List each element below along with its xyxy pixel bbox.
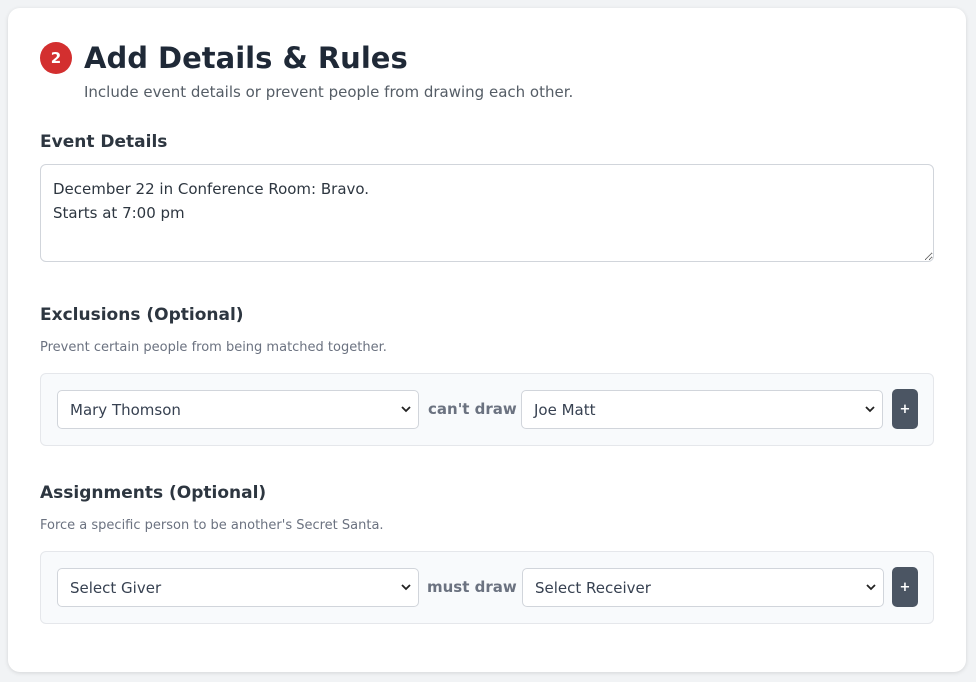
chevron-down-icon [865, 406, 875, 413]
exclusion-rule-row: Mary Thomson can't draw Joe Matt + [40, 373, 934, 446]
exclusion-giver-select[interactable]: Mary Thomson [57, 390, 419, 429]
page-subtitle: Include event details or prevent people … [84, 83, 574, 101]
exclusions-description: Prevent certain people from being matche… [40, 340, 387, 355]
add-assignment-button[interactable]: + [892, 567, 918, 607]
exclusion-receiver-value: Joe Matt [534, 400, 596, 419]
add-exclusion-button[interactable]: + [892, 389, 918, 429]
exclusions-label: Exclusions (Optional) [40, 305, 244, 325]
event-details-label: Event Details [40, 132, 168, 152]
step-number-badge: 2 [40, 42, 72, 74]
event-details-textarea[interactable]: December 22 in Conference Room: Bravo. S… [40, 164, 934, 262]
page-title: Add Details & Rules [84, 40, 408, 75]
chevron-down-icon [866, 584, 876, 591]
chevron-down-icon [401, 406, 411, 413]
exclusion-receiver-select[interactable]: Joe Matt [521, 390, 883, 429]
details-rules-card: 2 Add Details & Rules Include event deta… [8, 8, 966, 672]
chevron-down-icon [401, 584, 411, 591]
assignment-receiver-value: Select Receiver [535, 578, 651, 597]
exclusion-connector-text: can't draw [428, 400, 517, 418]
assignment-rule-row: Select Giver must draw Select Receiver + [40, 551, 934, 624]
assignments-label: Assignments (Optional) [40, 483, 267, 503]
assignments-description: Force a specific person to be another's … [40, 518, 384, 533]
assignment-receiver-select[interactable]: Select Receiver [522, 568, 884, 607]
assignment-giver-select[interactable]: Select Giver [57, 568, 419, 607]
step-header: 2 Add Details & Rules [40, 42, 408, 74]
assignment-giver-value: Select Giver [70, 578, 162, 597]
assignment-connector-text: must draw [427, 578, 517, 596]
exclusion-giver-value: Mary Thomson [70, 400, 181, 419]
